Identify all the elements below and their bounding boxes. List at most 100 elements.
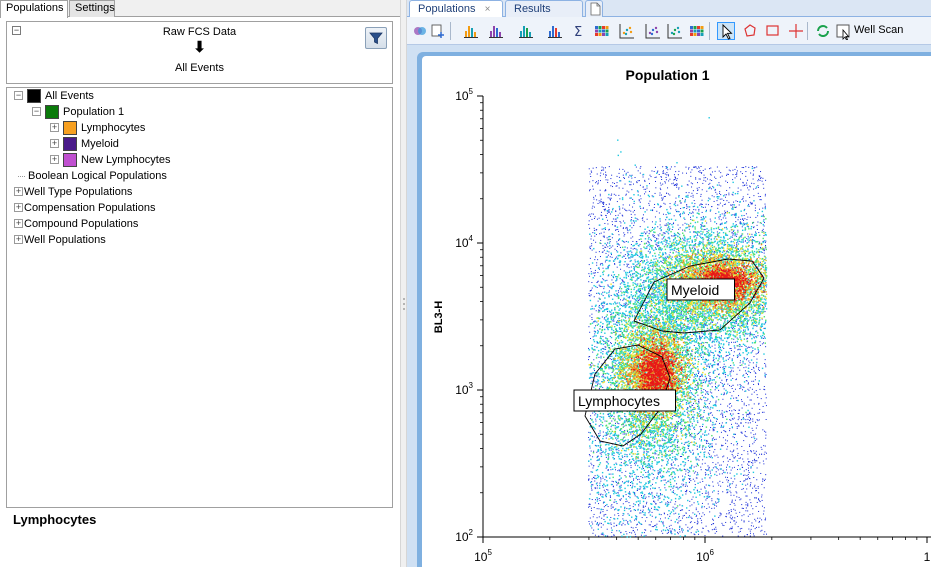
tree-node-label: Compound Populations [24,218,139,230]
tree-node[interactable]: + Compound Populations [14,216,387,232]
y-tick-base: 10 [455,383,469,397]
tree-node[interactable]: − All Events [14,88,387,104]
expand-node-icon[interactable]: + [14,203,23,212]
overlay-button[interactable] [411,22,429,40]
x-tick-exponent: 5 [487,548,492,557]
expand-node-icon[interactable]: + [50,155,59,164]
pane-splitter[interactable] [400,0,407,567]
histogram-button[interactable] [462,22,480,40]
left-tab-strip: Populations Settings [0,0,400,18]
grid-plot-icon [690,26,704,36]
tree-node-label: Myeloid [81,138,119,150]
rectangle-gate-icon [766,25,779,36]
new-page-icon [590,2,601,16]
color-histogram-button[interactable] [546,22,564,40]
well-scan-checkbox[interactable] [834,22,852,41]
toolbar-separator [807,22,808,40]
x-tick-label: 1 [924,550,931,564]
population-color-swatch [63,137,77,151]
gating-filter-panel: − Raw FCS Data ⬇ All Events [6,21,393,84]
histogram-edit-icon [519,26,533,38]
heatmap-button[interactable] [593,22,611,40]
population-color-swatch [27,89,41,103]
tree-node-label: Boolean Logical Populations [28,170,167,182]
quadrant-gate-icon [789,24,803,38]
overlay-icon [414,27,426,35]
sum-button[interactable]: Σ [571,22,589,40]
density-plot-button[interactable] [618,22,636,40]
y-axis-label: BL3-H [433,301,445,333]
collapse-node-icon[interactable]: − [14,91,23,100]
tree-node[interactable]: Boolean Logical Populations [14,168,387,184]
histogram-overlay-icon [489,26,503,38]
x-tick-base: 10 [696,550,710,564]
collapse-node-icon[interactable]: − [32,107,41,116]
tree-node-label: Lymphocytes [81,122,146,134]
expand-node-icon[interactable]: + [50,123,59,132]
expand-node-icon[interactable]: + [14,187,23,196]
y-tick-label: 104 [455,234,473,250]
toolbar-separator [450,22,451,40]
dot-plot-color-button[interactable] [666,22,684,40]
add-gate-button[interactable] [429,22,447,40]
toolbar-separator [709,22,710,40]
polygon-gate-button[interactable] [741,22,759,40]
pointer-button[interactable] [717,22,735,40]
well-scan-checkbox [836,24,850,41]
tree-node[interactable]: + Compensation Populations [14,200,387,216]
x-tick-label: 106 [696,548,714,564]
tab-populations-left[interactable]: Populations [0,0,68,18]
dot-plot[interactable]: Population 1BL3-H105104103102105 106 1Myel… [422,56,931,566]
population-color-swatch [45,105,59,119]
rectangle-gate-button[interactable] [764,22,782,40]
y-tick-label: 102 [455,528,473,544]
add-gate-icon [431,24,444,38]
tree-node[interactable]: + Well Populations [14,232,387,248]
tree-node-label: Well Type Populations [24,186,133,198]
expand-node-icon[interactable]: + [50,139,59,148]
plot-title: Population 1 [626,67,710,83]
quadrant-gate-button[interactable] [787,22,805,40]
filter-target-label: All Events [175,62,224,74]
well-scan-label[interactable]: Well Scan [854,23,903,37]
x-tick-base: 10 [474,550,488,564]
close-tab-icon[interactable]: × [485,4,491,15]
tab-populations-right[interactable]: Populations × [409,0,503,17]
y-tick-base: 10 [455,89,469,103]
y-tick-label: 105 [455,87,473,103]
tab-results-label: Results [514,3,551,15]
event-density-cloud [588,117,768,538]
y-tick-exponent: 2 [469,528,474,537]
tree-node[interactable]: + New Lymphocytes [50,152,387,168]
refresh-button[interactable] [814,22,832,40]
polygon-gate-icon [744,24,756,37]
x-tick-label: 105 [474,548,492,564]
histogram-edit-button[interactable] [517,22,535,40]
tree-node-label: All Events [45,90,94,102]
histogram-overlay-button[interactable] [487,22,505,40]
heatmap-icon [595,26,609,36]
tree-connector [18,176,25,177]
filter-button[interactable] [365,27,387,49]
expand-node-icon[interactable]: + [14,235,23,244]
svg-text:Σ: Σ [574,25,582,40]
tree-node[interactable]: + Lymphocytes [50,120,387,136]
tab-settings[interactable]: Settings [69,0,115,17]
new-tab-button[interactable] [585,0,603,17]
down-arrow-icon: ⬇ [193,39,206,56]
tree-node-label: Well Populations [24,234,106,246]
tree-node[interactable]: + Myeloid [50,136,387,152]
y-tick-exponent: 5 [469,87,474,96]
sum-icon: Σ [574,25,582,40]
tree-node[interactable]: + Well Type Populations [14,184,387,200]
gate-label: Lymphocytes [578,393,660,409]
expand-node-icon[interactable]: + [14,219,23,228]
tree-node-label: Population 1 [63,106,125,118]
tree-node[interactable]: − Population 1 [32,104,387,120]
grid-plot-button[interactable] [688,22,706,40]
tab-results[interactable]: Results [505,0,583,17]
funnel-icon [369,32,383,45]
histogram-icon [464,26,478,38]
dot-plot-button[interactable] [644,22,662,40]
right-pane: Populations × Results Σ Well Scan Populat… [407,0,931,567]
